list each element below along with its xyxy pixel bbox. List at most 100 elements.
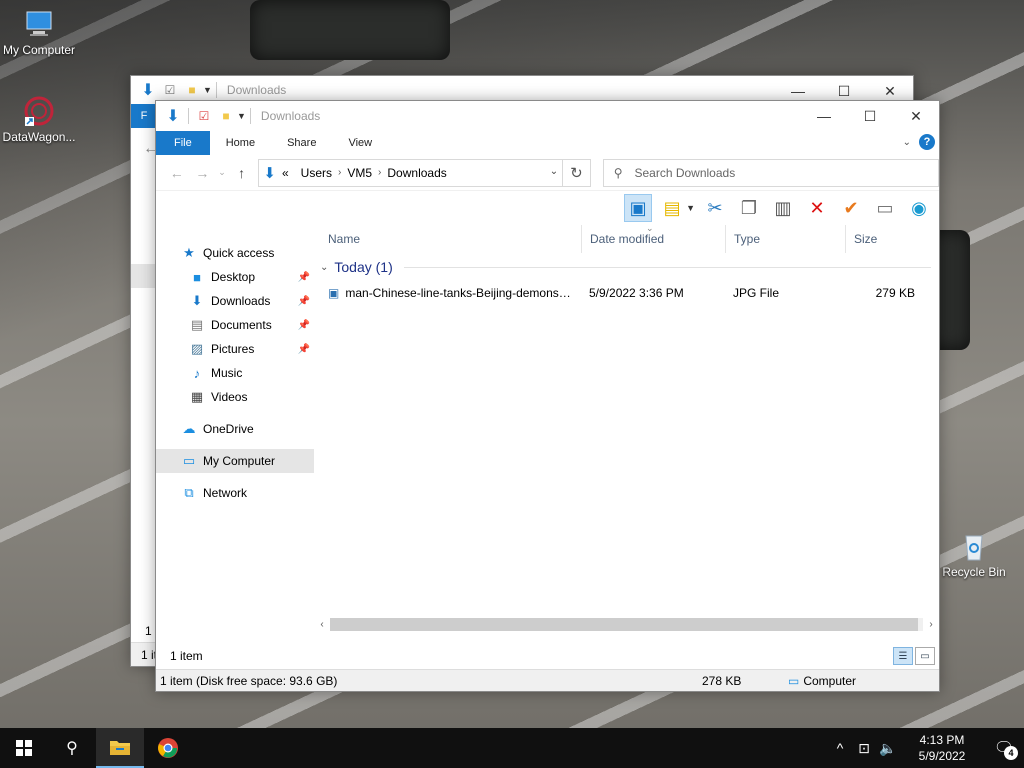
tab-view[interactable]: View xyxy=(332,131,388,155)
column-label: Size xyxy=(854,232,878,246)
tab-home[interactable]: Home xyxy=(210,131,271,155)
help-button[interactable]: ? xyxy=(919,134,935,150)
properties-icon[interactable]: ☑ xyxy=(159,79,181,101)
folder-icon[interactable]: ■ xyxy=(181,79,203,101)
search-button[interactable]: ⚲ xyxy=(48,728,96,768)
desktop-icon-my-computer[interactable]: My Computer xyxy=(0,8,82,57)
nav-item-quick-access[interactable]: ★ Quick access xyxy=(156,241,314,265)
desktop-icon-recycle-bin[interactable]: Recycle Bin xyxy=(931,530,1017,579)
nav-label: Music xyxy=(211,366,243,380)
customize-quick-access-icon[interactable]: ▼ xyxy=(237,111,246,121)
group-label: Today (1) xyxy=(334,259,393,275)
minimize-icon[interactable]: — xyxy=(801,101,847,131)
table-row[interactable]: ▣ man-Chinese-line-tanks-Beijing-demonst… xyxy=(320,281,939,305)
paste-icon[interactable]: ▥ xyxy=(769,194,797,222)
clock[interactable]: 4:13 PM 5/9/2022 xyxy=(906,732,978,764)
file-type: JPG File xyxy=(733,286,780,300)
details-view-icon[interactable]: ☰ xyxy=(893,647,913,665)
large-icons-view-icon[interactable]: ▭ xyxy=(915,647,935,665)
nav-gap xyxy=(156,441,314,449)
nav-item-onedrive[interactable]: ☁ OneDrive xyxy=(156,417,314,441)
maximize-icon[interactable]: ☐ xyxy=(847,101,893,131)
nav-item-documents[interactable]: ▤ Documents 📌 xyxy=(156,313,314,337)
scroll-right-icon[interactable]: › xyxy=(923,619,939,630)
location-label: Computer xyxy=(803,673,857,688)
taskbar-chrome[interactable] xyxy=(144,728,192,768)
desktop-icon-datawagon[interactable]: DataWagon... xyxy=(0,95,82,144)
group-header-today[interactable]: ⌄ Today (1) xyxy=(320,253,939,281)
file-list-pane: Name ⌄ Date modified Type Size ⌄ Today (… xyxy=(314,223,939,633)
checkmark-icon[interactable]: ✔ xyxy=(837,194,865,222)
scroll-left-icon[interactable]: ‹ xyxy=(314,619,330,630)
nav-item-music[interactable]: ♪ Music xyxy=(156,361,314,385)
action-center-button[interactable]: 🗨 4 xyxy=(984,728,1024,768)
tab-file[interactable]: File xyxy=(156,131,210,155)
address-bar[interactable]: ⬇ « Users › VM5 › Downloads ⌄ xyxy=(258,158,564,187)
column-header-date-modified[interactable]: ⌄ Date modified xyxy=(581,223,725,253)
volume-icon[interactable]: 🔈 xyxy=(876,740,900,757)
file-tab[interactable]: F xyxy=(131,104,157,128)
nav-label: Pictures xyxy=(211,342,255,356)
customize-quick-access-icon[interactable]: ▼ xyxy=(203,85,212,95)
ribbon-right-controls: ⌄ ? xyxy=(903,134,935,150)
videos-icon: ▦ xyxy=(190,389,204,404)
new-folder-icon[interactable]: ■ xyxy=(215,105,237,127)
expand-ribbon-icon[interactable]: ⌄ xyxy=(903,137,911,148)
rename-icon[interactable]: ▭ xyxy=(871,194,899,222)
show-hidden-icons-chevron-icon[interactable]: ^ xyxy=(828,740,852,756)
close-icon[interactable]: ✕ xyxy=(893,101,939,131)
explorer-window[interactable]: ⬇ ☑ ■ ▼ Downloads — ☐ ✕ File Home Share … xyxy=(155,100,940,692)
breadcrumb-overflow[interactable]: « xyxy=(282,166,289,180)
column-header-name[interactable]: Name xyxy=(320,225,581,253)
file-name-cell[interactable]: ▣ man-Chinese-line-tanks-Beijing-demonst… xyxy=(320,286,581,300)
up-arrow-icon[interactable]: ↑ xyxy=(229,160,255,186)
nav-item-desktop[interactable]: ■ Desktop 📌 xyxy=(156,265,314,289)
pin-icon: 📌 xyxy=(297,319,310,331)
breadcrumb-chevron-icon[interactable]: › xyxy=(338,167,341,178)
toolbar-dropdown-icon[interactable]: ▼ xyxy=(686,203,695,213)
breadcrumb-vm5[interactable]: VM5 xyxy=(347,166,372,180)
taskbar-file-explorer[interactable] xyxy=(96,728,144,768)
star-icon: ★ xyxy=(183,245,195,260)
nav-label: Network xyxy=(203,486,248,500)
address-row: ← → ⌄ ↑ ⬇ « Users › VM5 › Downloads ⌄ ↻ … xyxy=(156,155,939,191)
system-tray: ^ ⊡ 🔈 4:13 PM 5/9/2022 🗨 4 xyxy=(828,728,1024,768)
file-date: 5/9/2022 3:36 PM xyxy=(589,286,684,300)
folder-options-icon[interactable]: ▤ xyxy=(658,194,686,222)
delete-icon[interactable]: ✕ xyxy=(803,194,831,222)
properties-icon[interactable]: ☑ xyxy=(193,105,215,127)
nav-item-downloads[interactable]: ⬇ Downloads 📌 xyxy=(156,289,314,313)
scroll-track[interactable] xyxy=(330,618,923,631)
forward-arrow-icon[interactable]: → xyxy=(190,160,216,186)
recent-locations-icon[interactable]: ⌄ xyxy=(215,160,229,186)
column-header-size[interactable]: Size xyxy=(845,225,925,253)
breadcrumb-chevron-icon[interactable]: › xyxy=(378,167,381,178)
cut-icon[interactable]: ✂ xyxy=(701,194,729,222)
network-status-icon[interactable]: ⊡ xyxy=(852,740,876,757)
collapse-chevron-icon[interactable]: ⌄ xyxy=(320,262,328,273)
copy-icon[interactable]: ❐ xyxy=(735,194,763,222)
clock-time: 4:13 PM xyxy=(919,733,965,747)
title-bar[interactable]: ⬇ ☑ ■ ▼ Downloads — ☐ ✕ xyxy=(156,101,939,131)
globe-icon[interactable]: ◉ xyxy=(905,194,933,222)
nav-item-network[interactable]: ⧉ Network xyxy=(156,481,314,505)
back-arrow-icon[interactable]: ← xyxy=(164,160,190,186)
nav-item-my-computer[interactable]: ▭ My Computer xyxy=(156,449,314,473)
start-button[interactable] xyxy=(0,728,48,768)
search-input[interactable]: ⚲ Search Downloads xyxy=(602,158,939,187)
selection-size: 278 KB xyxy=(702,673,742,688)
caption-buttons: — ☐ ✕ xyxy=(801,101,939,131)
tab-share[interactable]: Share xyxy=(271,131,332,155)
search-icon: ⚲ xyxy=(66,740,78,757)
breadcrumb-users[interactable]: Users xyxy=(301,166,332,180)
refresh-icon[interactable]: ↻ xyxy=(563,158,591,187)
nav-item-videos[interactable]: ▦ Videos xyxy=(156,385,314,409)
address-dropdown-icon[interactable]: ⌄ xyxy=(550,166,558,177)
horizontal-scrollbar[interactable]: ‹ › xyxy=(314,616,939,633)
nav-item-pictures[interactable]: ▨ Pictures 📌 xyxy=(156,337,314,361)
preview-pane-icon[interactable]: ▣ xyxy=(624,194,653,222)
breadcrumb-downloads[interactable]: Downloads xyxy=(387,166,446,180)
column-header-type[interactable]: Type xyxy=(725,225,845,253)
scroll-thumb[interactable] xyxy=(330,618,918,631)
documents-icon: ▤ xyxy=(190,317,204,332)
